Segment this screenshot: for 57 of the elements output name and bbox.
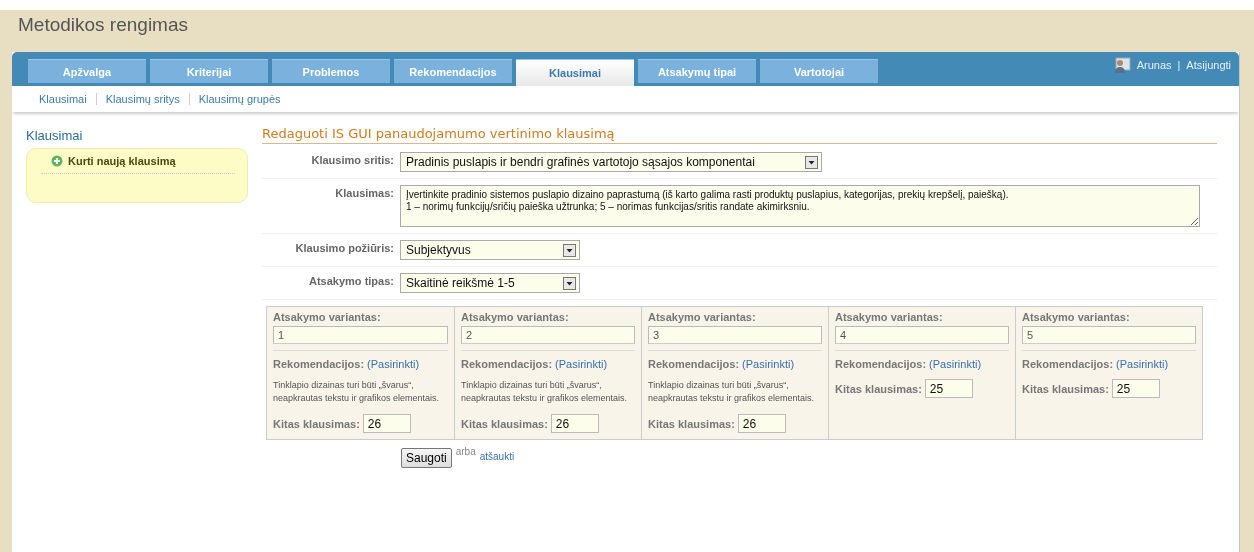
recommendations-label: Rekomendacijos: <box>835 358 927 370</box>
next-question-input[interactable]: 26 <box>737 414 786 433</box>
next-question-label: Kitas klausimas: <box>835 382 922 395</box>
next-question-label: Kitas klausimas: <box>461 417 548 430</box>
field-label: Klausimo sritis: <box>310 153 394 166</box>
logout-link[interactable]: Atsijungti <box>1186 59 1231 71</box>
recommendation-text: Tinklapio dizainas turi būti „švarus“, neapkrautas tekstu ir grafikos elementais. <box>648 379 816 405</box>
subnav-link[interactable]: Klausimų grupės <box>188 93 290 105</box>
subnav-link[interactable]: Klausimai <box>30 93 96 105</box>
separator-text: | <box>1177 59 1181 71</box>
next-question-input[interactable]: 26 <box>550 414 599 433</box>
answer-label: Atsakymo variantas: <box>273 311 382 323</box>
choose-link[interactable]: (Pasirinkti) <box>1116 358 1169 370</box>
recommendations-label: Rekomendacijos: <box>273 358 365 370</box>
question-textarea[interactable]: Įvertinkite pradinio sistemos puslapio dizaino paprastumą (iš karto galima rasti produktų puslapius, kategorijas, prekių krepšelį, paiešką). 1 – norimų funkcijų/sričių paieška užtrunka; 5 – norimas funkcijas/sritis randate akimirksniu. <box>400 185 1200 227</box>
field-label: Klausimo požiūris: <box>294 241 394 254</box>
recommendations-label: Rekomendacijos: <box>1022 358 1114 370</box>
select-field[interactable]: Pradinis puslapis ir bendri grafinės vartotojo sąsajos komponentai <box>400 152 822 172</box>
create-question-link[interactable]: Kurti naują klausimą <box>41 155 235 174</box>
answer-label: Atsakymo variantas: <box>648 311 757 323</box>
choose-link[interactable]: (Pasirinkti) <box>555 358 608 370</box>
field-label: Atsakymo tipas: <box>308 274 394 287</box>
answer-input[interactable]: 2 <box>461 326 635 344</box>
nav-tab[interactable]: Klausimai <box>516 59 634 86</box>
recommendation-text: Tinklapio dizainas turi būti „švarus“, neapkrautas tekstu ir grafikos elementais. <box>273 379 441 405</box>
next-question-label: Kitas klausimas: <box>648 417 735 430</box>
recommendations-label: Rekomendacijos: <box>461 358 553 370</box>
save-button[interactable]: Saugoti <box>401 448 452 468</box>
choose-link[interactable]: (Pasirinkti) <box>929 358 982 370</box>
answer-label: Atsakymo variantas: <box>835 311 944 323</box>
answer-input[interactable]: 1 <box>273 326 448 344</box>
page-title: Metodikos rengimas <box>17 13 190 37</box>
next-question-input[interactable]: 25 <box>1111 379 1160 398</box>
next-question-label: Kitas klausimas: <box>1022 382 1109 395</box>
sidebar-title: Klausimai <box>26 128 84 143</box>
or-text: arba <box>455 446 476 457</box>
answer-input[interactable]: 3 <box>648 326 822 344</box>
answer-label: Atsakymo variantas: <box>461 311 570 323</box>
answer-input[interactable]: 4 <box>835 326 1009 344</box>
choose-link[interactable]: (Pasirinkti) <box>742 358 795 370</box>
form-heading: Redaguoti IS GUI panaudojamumo vertinimo klausimą <box>262 126 1217 144</box>
answer-input[interactable]: 5 <box>1022 326 1196 344</box>
recommendations-label: Rekomendacijos: <box>648 358 740 370</box>
next-question-label: Kitas klausimas: <box>273 417 360 430</box>
next-question-input[interactable]: 26 <box>362 414 411 433</box>
user-avatar-icon <box>1112 57 1131 73</box>
subnav-link[interactable]: Klausimų sritys <box>95 93 189 105</box>
choose-link[interactable]: (Pasirinkti) <box>367 358 420 370</box>
answer-label: Atsakymo variantas: <box>1022 311 1131 323</box>
cancel-link[interactable]: atšaukti <box>479 451 515 462</box>
recommendation-text: Tinklapio dizainas turi būti „švarus“, neapkrautas tekstu ir grafikos elementais. <box>461 379 629 405</box>
field-label: Klausimas: <box>334 186 394 199</box>
add-icon <box>51 155 63 167</box>
select-field[interactable]: Subjektyvus <box>400 240 580 260</box>
next-question-input[interactable]: 25 <box>924 379 973 398</box>
select-field[interactable]: Skaitinė reikšmė 1-5 <box>400 273 580 293</box>
user-link[interactable]: Arunas <box>1136 59 1172 71</box>
